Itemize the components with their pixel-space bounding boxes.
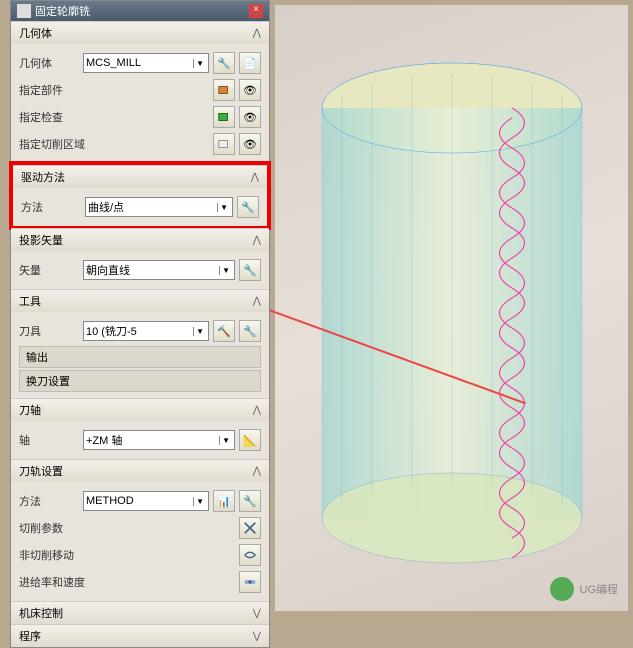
- section-toolaxis-header[interactable]: 刀轴⋀: [11, 399, 269, 421]
- model-cylinder: [312, 53, 592, 573]
- watermark: UG编程: [550, 577, 619, 601]
- section-pathsettings-header[interactable]: 刀轨设置⋀: [11, 460, 269, 482]
- noncut-button[interactable]: [239, 544, 261, 566]
- cutparams-label: 切削参数: [19, 520, 235, 536]
- dropdown-icon: ▼: [219, 436, 232, 445]
- display-cutarea-button[interactable]: 👁: [239, 133, 261, 155]
- geometry-label: 几何体: [19, 55, 79, 71]
- section-program-header[interactable]: 程序⋁: [11, 625, 269, 647]
- chevron-up-icon: ⋀: [253, 296, 261, 307]
- specify-check-button[interactable]: [213, 106, 235, 128]
- dropdown-icon: ▼: [193, 327, 206, 336]
- axis-label: 轴: [19, 432, 79, 448]
- section-projection-header[interactable]: 投影矢量⋀: [11, 229, 269, 251]
- panel-title: 固定轮廓铣: [35, 3, 90, 19]
- output-subsection[interactable]: 输出: [19, 346, 261, 368]
- dropdown-icon: ▼: [193, 497, 206, 506]
- path-method-select[interactable]: METHOD▼: [83, 491, 209, 511]
- geometry-edit-button[interactable]: 🔧: [213, 52, 235, 74]
- geometry-select[interactable]: MCS_MILL▼: [83, 53, 209, 73]
- path-method-label: 方法: [19, 493, 79, 509]
- noncut-label: 非切削移动: [19, 547, 235, 563]
- drive-method-select[interactable]: 曲线/点▼: [85, 197, 233, 217]
- path-method-inherit-button[interactable]: 📊: [213, 490, 235, 512]
- viewport-3d[interactable]: [275, 5, 628, 611]
- display-part-button[interactable]: 👁: [239, 79, 261, 101]
- section-machine-header[interactable]: 机床控制⋁: [11, 602, 269, 624]
- feedspeed-label: 进给率和速度: [19, 574, 235, 590]
- geometry-new-button[interactable]: 📄: [239, 52, 261, 74]
- tool-new-button[interactable]: 🔨: [213, 320, 235, 342]
- wechat-icon: [550, 577, 574, 601]
- close-icon[interactable]: ×: [249, 4, 263, 18]
- chevron-up-icon: ⋀: [251, 172, 259, 183]
- specify-cutarea-button[interactable]: [213, 133, 235, 155]
- path-method-edit-button[interactable]: 🔧: [239, 490, 261, 512]
- panel-icon: [17, 4, 31, 18]
- specify-check-label: 指定检查: [19, 109, 209, 125]
- chevron-down-icon: ⋁: [253, 608, 261, 619]
- drive-method-edit-button[interactable]: 🔧: [237, 196, 259, 218]
- chevron-up-icon: ⋀: [253, 405, 261, 416]
- dropdown-icon: ▼: [219, 266, 232, 275]
- vector-edit-button[interactable]: 🔧: [239, 259, 261, 281]
- highlight-box: 驱动方法⋀ 方法 曲线/点▼ 🔧: [9, 161, 271, 230]
- chevron-up-icon: ⋀: [253, 28, 261, 39]
- titlebar[interactable]: 固定轮廓铣 ×: [11, 1, 269, 21]
- dropdown-icon: ▼: [193, 59, 206, 68]
- display-check-button[interactable]: 👁: [239, 106, 261, 128]
- vector-label: 矢量: [19, 262, 79, 278]
- specify-part-label: 指定部件: [19, 82, 209, 98]
- axis-edit-button[interactable]: 📐: [239, 429, 261, 451]
- toolchange-subsection[interactable]: 换刀设置: [19, 370, 261, 392]
- dropdown-icon: ▼: [217, 203, 230, 212]
- tool-label: 刀具: [19, 323, 79, 339]
- section-tool-header[interactable]: 工具⋀: [11, 290, 269, 312]
- chevron-up-icon: ⋀: [253, 235, 261, 246]
- vector-select[interactable]: 朝向直线▼: [83, 260, 235, 280]
- operation-panel: 固定轮廓铣 × 几何体⋀ 几何体 MCS_MILL▼ 🔧 📄 指定部件 👁 指定…: [10, 0, 270, 648]
- chevron-down-icon: ⋁: [253, 631, 261, 642]
- chevron-up-icon: ⋀: [253, 466, 261, 477]
- section-geometry-header[interactable]: 几何体⋀: [11, 22, 269, 44]
- tool-select[interactable]: 10 (铣刀-5▼: [83, 321, 209, 341]
- section-drive-header[interactable]: 驱动方法⋀: [13, 166, 267, 188]
- specify-part-button[interactable]: [213, 79, 235, 101]
- specify-cutarea-label: 指定切削区域: [19, 136, 209, 152]
- cutparams-button[interactable]: [239, 517, 261, 539]
- drive-method-label: 方法: [21, 199, 81, 215]
- feedspeed-button[interactable]: [239, 571, 261, 593]
- tool-edit-button[interactable]: 🔧: [239, 320, 261, 342]
- axis-select[interactable]: +ZM 轴▼: [83, 430, 235, 450]
